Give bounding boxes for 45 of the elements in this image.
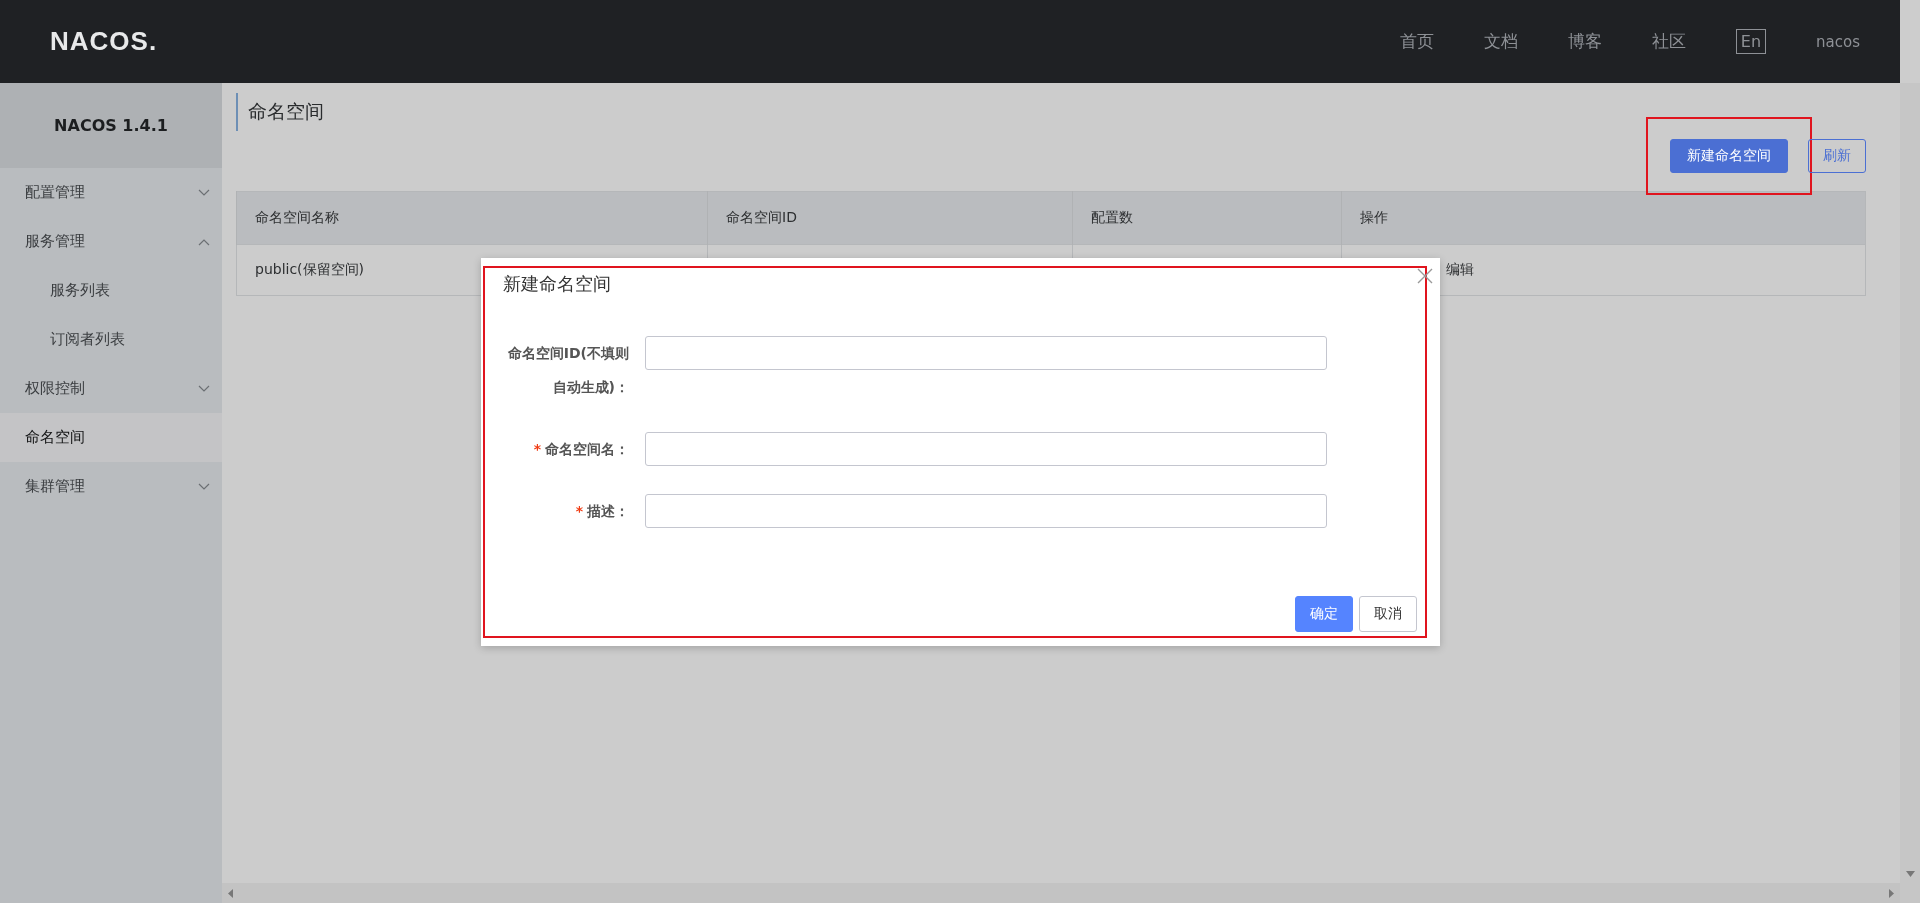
sidebar-item[interactable]: 配置管理 [0, 168, 222, 217]
nav-link[interactable]: 首页 [1399, 30, 1434, 53]
sidebar-title: NACOS 1.4.1 [54, 116, 168, 135]
refresh-button[interactable]: 刷新 [1808, 139, 1866, 173]
logo-text[interactable]: NACOS. [50, 26, 158, 57]
scroll-right-icon[interactable] [1888, 888, 1894, 898]
field-label: 命名空间名： [545, 441, 629, 457]
scroll-left-icon[interactable] [228, 888, 234, 898]
input-field[interactable] [645, 494, 1327, 528]
page-title: 命名空间 [236, 93, 324, 131]
sidebar-item[interactable]: 命名空间 [0, 413, 222, 462]
chevron-icon [198, 188, 210, 197]
user-menu[interactable]: nacos [1816, 32, 1860, 51]
create-button[interactable]: 新建命名空间 [1670, 139, 1788, 173]
field-label: 命名空间ID(不填则自动生成)： [507, 345, 629, 395]
confirm-button[interactable]: 确定 [1295, 596, 1353, 632]
language-toggle[interactable]: En [1735, 29, 1767, 54]
required-mark: * [533, 441, 541, 457]
nav-link[interactable]: 文档 [1483, 30, 1518, 53]
column-header: 配置数 [1072, 191, 1342, 245]
field-label: 描述： [587, 503, 629, 519]
scroll-down-icon[interactable] [1905, 871, 1915, 877]
chevron-icon [198, 482, 210, 491]
sidebar-item[interactable]: 集群管理 [0, 462, 222, 511]
column-header: 操作 [1341, 191, 1866, 245]
sidebar-subitem[interactable]: 服务列表 [0, 266, 222, 315]
table-cell: public(保留空间) [255, 261, 365, 277]
cancel-button[interactable]: 取消 [1359, 596, 1417, 632]
close-icon[interactable] [1417, 268, 1433, 284]
input-field[interactable] [645, 432, 1327, 466]
edit-link[interactable]: 编辑 [1446, 261, 1474, 277]
sidebar-item[interactable]: 服务管理 [0, 217, 222, 266]
horizontal-scrollbar[interactable] [222, 883, 1900, 903]
input-field[interactable] [645, 336, 1327, 370]
vertical-scrollbar[interactable] [1900, 83, 1920, 903]
column-header: 命名空间名称 [236, 191, 708, 245]
column-header: 命名空间ID [707, 191, 1073, 245]
dialog-title: 新建命名空间 [502, 272, 611, 296]
required-mark: * [575, 503, 583, 519]
chevron-icon [198, 384, 210, 393]
sidebar-subitem[interactable]: 订阅者列表 [0, 315, 222, 364]
nav-link[interactable]: 社区 [1651, 30, 1686, 53]
sidebar-item[interactable]: 权限控制 [0, 364, 222, 413]
nav-link[interactable]: 博客 [1567, 30, 1602, 53]
chevron-icon [198, 237, 210, 246]
